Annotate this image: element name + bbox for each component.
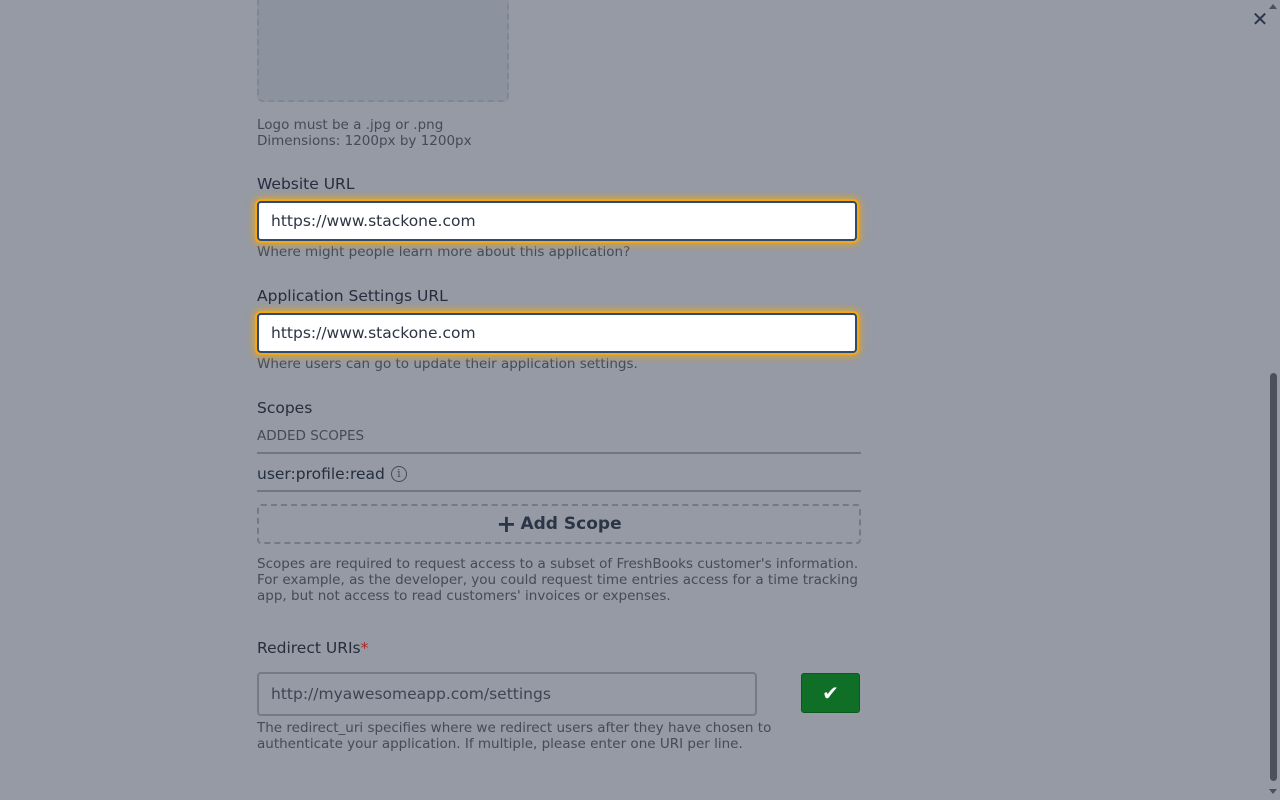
redirect-uris-label-text: Redirect URIs	[257, 639, 361, 657]
add-scope-label: Add Scope	[520, 514, 622, 534]
check-icon: ✔	[822, 681, 839, 705]
required-indicator: *	[360, 639, 369, 657]
confirm-redirect-button[interactable]: ✔	[801, 673, 860, 713]
scrollbar[interactable]	[1266, 0, 1280, 800]
logo-upload-dropzone[interactable]	[257, 0, 509, 102]
scope-name: user:profile:read	[257, 465, 385, 483]
settings-url-label: Application Settings URL	[257, 287, 448, 305]
redirect-uris-label: Redirect URIs*	[257, 639, 368, 657]
website-url-hint: Where might people learn more about this…	[257, 244, 631, 260]
scroll-up-arrow-icon[interactable]	[1269, 4, 1277, 9]
website-url-input[interactable]: https://www.stackone.com	[257, 201, 857, 241]
settings-url-hint: Where users can go to update their appli…	[257, 356, 638, 372]
scopes-divider-bottom	[257, 490, 861, 492]
logo-hint-dimensions: Dimensions: 1200px by 1200px	[257, 133, 472, 149]
website-url-label: Website URL	[257, 175, 355, 193]
info-icon[interactable]: i	[390, 466, 407, 482]
scroll-down-arrow-icon[interactable]	[1269, 789, 1277, 794]
scope-item: user:profile:read i	[257, 465, 407, 483]
redirect-uri-input[interactable]: http://myawesomeapp.com/settings	[257, 672, 757, 716]
scopes-divider-top	[257, 452, 861, 454]
logo-hint: Logo must be a .jpg or .png Dimensions: …	[257, 117, 472, 149]
add-scope-button[interactable]: + Add Scope	[257, 504, 861, 544]
scopes-description: Scopes are required to request access to…	[257, 556, 859, 604]
redirect-uri-hint: The redirect_uri specifies where we redi…	[257, 720, 772, 752]
plus-icon: +	[496, 510, 517, 538]
logo-hint-format: Logo must be a .jpg or .png	[257, 117, 444, 133]
settings-url-input[interactable]: https://www.stackone.com	[257, 313, 857, 353]
scroll-thumb[interactable]	[1270, 373, 1277, 781]
added-scopes-header: ADDED SCOPES	[257, 428, 365, 444]
scopes-label: Scopes	[257, 399, 313, 417]
